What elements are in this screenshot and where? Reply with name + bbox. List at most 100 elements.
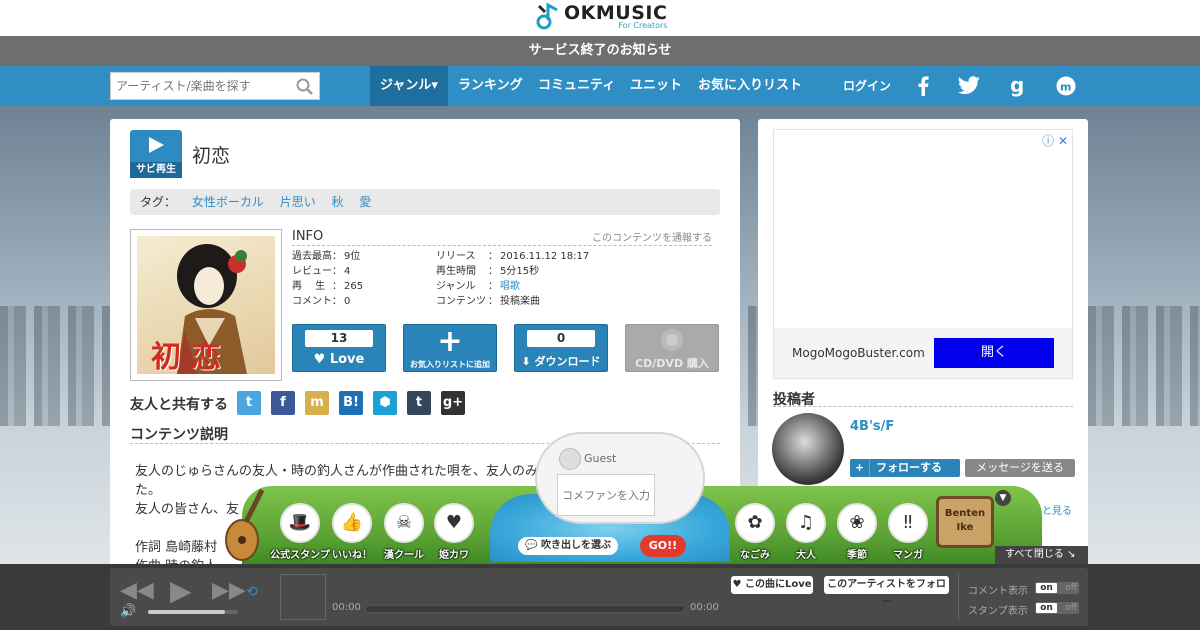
next-icon[interactable]: ▶▶ xyxy=(212,578,246,603)
logo[interactable]: OKMUSIC For Creators xyxy=(536,2,667,32)
nav-favorites[interactable]: お気に入りリスト xyxy=(698,66,802,106)
download-button[interactable]: 0 ⬇ ダウンロード xyxy=(514,324,608,372)
volume-fill xyxy=(148,610,225,614)
google-icon[interactable]: g xyxy=(1004,74,1030,98)
poster-name[interactable]: 4B's/F xyxy=(850,419,894,434)
advertisement[interactable]: ⓘ ✕ MogoMogoBuster.com 開く xyxy=(773,129,1073,379)
follow-artist-button[interactable]: このアーティストをフォロー xyxy=(824,576,949,608)
love-label-row: ♥ Love xyxy=(293,352,385,367)
ad-open-button[interactable]: 開く xyxy=(934,338,1054,368)
comment-toggle-switch[interactable]: on off xyxy=(1035,582,1079,594)
hatena-share-icon[interactable]: B! xyxy=(339,391,363,415)
love-song-button[interactable]: ♥ この曲にLove xyxy=(731,576,813,594)
switch-on: on xyxy=(1036,583,1057,593)
fav-label: お気入りリストに追加 xyxy=(410,360,490,369)
mixi-icon[interactable]: m xyxy=(1053,74,1079,98)
genre-link[interactable]: 唱歌 xyxy=(500,279,520,294)
stamp-cute[interactable]: ♥ xyxy=(434,503,474,543)
mixi-share-icon[interactable]: m xyxy=(305,391,329,415)
stamp-label: 公式スタンプ xyxy=(270,550,330,561)
tag-item[interactable]: 秋 xyxy=(332,195,344,209)
choose-label: 吹き出しを選ぶ xyxy=(540,540,611,551)
tumblr-share-icon[interactable]: t xyxy=(407,391,431,415)
stamp-toggle-switch[interactable]: on off xyxy=(1035,602,1079,614)
stamp-nagomi[interactable]: ✿ xyxy=(735,503,775,543)
info-key: コンテンツ xyxy=(436,296,486,307)
service-end-notice[interactable]: サービス終了のお知らせ xyxy=(0,36,1200,66)
info-value: 投稿楽曲 xyxy=(500,296,540,307)
choose-bubble-button[interactable]: 💬 吹き出しを選ぶ xyxy=(518,537,618,555)
love-song-label: この曲にLove xyxy=(744,579,812,590)
tag-item[interactable]: 女性ボーカル xyxy=(192,195,264,209)
close-all-label: すべて閉じる xyxy=(1005,549,1064,560)
info-key: ジャンル xyxy=(436,281,476,292)
svg-text:g: g xyxy=(1010,75,1024,97)
previous-icon[interactable]: ◀◀ xyxy=(120,578,154,603)
twitter-share-icon[interactable]: t xyxy=(237,391,261,415)
download-label: ダウンロード xyxy=(534,355,601,368)
info-value: 0 xyxy=(344,296,351,307)
info-key: 過去最高 xyxy=(292,251,332,262)
time-total: 00:00 xyxy=(690,602,719,613)
bubble-icon: 💬 xyxy=(525,540,538,551)
comment-toggle-label: コメント表示 xyxy=(968,586,1028,597)
nav-ranking[interactable]: ランキング xyxy=(458,66,523,106)
jacket-title: 初恋 xyxy=(151,340,231,374)
download-icon: ⬇ xyxy=(521,355,531,368)
love-count: 13 xyxy=(305,330,373,347)
info-heading-row: INFO このコンテンツを通報する xyxy=(292,229,712,246)
stamp-season[interactable]: ❀ xyxy=(837,503,877,543)
stamp-like[interactable]: 👍 xyxy=(332,503,372,543)
go-button[interactable]: GO!! xyxy=(640,535,686,557)
volume-icon[interactable]: 🔊 xyxy=(120,604,136,619)
player-inner: ◀◀ ▶ ▶▶ ⟲ 🔊 00:00 00:00 ♥ この曲にLove このアーテ… xyxy=(110,568,1088,626)
disc-icon xyxy=(661,329,683,351)
switch-off: off xyxy=(1065,583,1077,593)
nav-genre[interactable]: ジャンル▾ xyxy=(370,66,448,106)
report-link[interactable]: このコンテンツを通報する xyxy=(592,229,712,244)
chevron-down-icon[interactable]: ▼ xyxy=(995,490,1011,506)
tag-bar: タグ： 女性ボーカル 片思い 秋 愛 xyxy=(130,189,720,215)
download-label-row: ⬇ ダウンロード xyxy=(515,353,607,369)
volume-slider[interactable] xyxy=(148,610,238,614)
stamp-label: いいね！ xyxy=(332,550,372,561)
facebook-share-icon[interactable]: f xyxy=(271,391,295,415)
comment-input[interactable] xyxy=(557,474,655,516)
love-button[interactable]: 13 ♥ Love xyxy=(292,324,386,372)
svg-text:m: m xyxy=(1060,81,1071,94)
search-input[interactable] xyxy=(111,73,291,99)
share-icons: t f m B! ⬢ t g+ xyxy=(237,391,465,415)
tag-item[interactable]: 片思い xyxy=(280,195,316,209)
jacket-art: 初恋 xyxy=(137,236,275,374)
twitter-icon[interactable] xyxy=(956,74,982,98)
googleplus-share-icon[interactable]: g+ xyxy=(441,391,465,415)
play-icon xyxy=(149,137,164,153)
sabi-play-label: サビ再生 xyxy=(130,162,182,178)
ad-info-icon[interactable]: ⓘ ✕ xyxy=(1042,132,1068,149)
info-value: 5分15秒 xyxy=(500,266,540,277)
facebook-icon[interactable] xyxy=(910,74,936,98)
play-icon[interactable]: ▶ xyxy=(170,574,192,607)
stamp-official[interactable]: 🎩 xyxy=(280,503,320,543)
share-heading: 友人と共有する xyxy=(130,397,228,413)
stamp-manga[interactable]: ‼ xyxy=(888,503,928,543)
main-nav: ジャンル▾ ランキング コミュニティ ユニット お気に入りリスト ログイン g … xyxy=(0,66,1200,106)
evernote-share-icon[interactable]: ⬢ xyxy=(373,391,397,415)
seek-bar[interactable] xyxy=(365,605,685,613)
close-all-button[interactable]: すべて閉じる ↘ xyxy=(995,546,1088,564)
login-link[interactable]: ログイン xyxy=(843,66,891,106)
tag-item[interactable]: 愛 xyxy=(359,195,371,209)
time-current: 00:00 xyxy=(332,602,361,613)
add-favorite-button[interactable]: + お気入りリストに追加 xyxy=(403,324,497,372)
repeat-icon[interactable]: ⟲ xyxy=(246,584,258,600)
nav-community[interactable]: コミュニティ xyxy=(538,66,615,106)
sabi-play-button[interactable]: サビ再生 xyxy=(130,130,182,178)
info-heading: INFO xyxy=(292,229,324,244)
nav-unit[interactable]: ユニット xyxy=(630,66,682,106)
stamp-cool[interactable]: ☠ xyxy=(384,503,424,543)
song-title: 初恋 xyxy=(192,145,231,167)
search-icon[interactable] xyxy=(296,78,314,96)
stamp-toggle-row: スタンプ表示 on off xyxy=(968,602,1079,617)
cd-purchase-button[interactable]: CD/DVD 購入 xyxy=(625,324,719,372)
stamp-adult[interactable]: ♫ xyxy=(786,503,826,543)
